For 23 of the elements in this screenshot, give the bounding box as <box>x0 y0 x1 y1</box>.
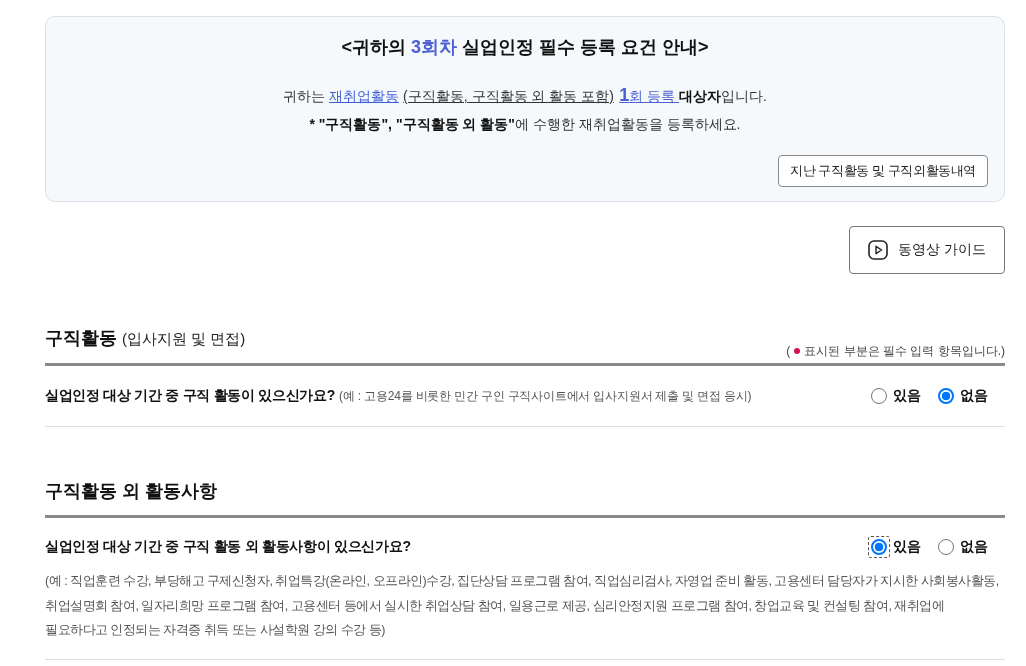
radio-button[interactable] <box>938 539 954 555</box>
question-label: 실업인정 대상 기간 중 구직 활동 외 활동사항이 있으신가요? <box>45 538 411 556</box>
video-guide-button[interactable]: 동영상 가이드 <box>849 226 1005 274</box>
radio-label[interactable]: 없음 <box>960 538 988 556</box>
term-link[interactable]: 재취업활동 <box>328 88 399 104</box>
question-label: 실업인정 대상 기간 중 구직 활동이 있으신가요? <box>45 387 336 405</box>
question-description: (예 : 직업훈련 수강, 부당해고 구제신청자, 취업특강(온라인, 오프라인)수강, 집단상담 프로그램 참여, 직업심리검사, 자영업 준비 활동, 고용센터 담당자가 지시한 사회봉사활동, 취업설명회 참여, 일자리희망 프로그램 참여, 고용센터 등에서 실시한 취업상담 참여, 일용근로 제공, 심리안정지원 프로그램 참여, 창업교육 및 컨설팅 참여, 재취업에 필요하다고 인정되는 자격증 취득 또는 사설학원 강의 수강 등) <box>45 573 1000 639</box>
radio-label[interactable]: 있음 <box>893 538 921 556</box>
radio-label[interactable]: 있음 <box>893 387 921 405</box>
play-icon <box>868 240 889 260</box>
history-button[interactable]: 지난 구직활동 및 구직외활동내역 <box>777 155 988 187</box>
notice-message: 귀하는 재취업활동 (구직활동, 구직활동 외 활동 포함) 1회 등록 대상자입니다. <box>283 84 767 107</box>
notice-title: <귀하의 3회차 실업인정 필수 등록 요건 안내> <box>341 36 709 59</box>
required-note: 표시된 부분은 필수 입력 항목입니다.) <box>804 343 1005 360</box>
note-bracket: ( <box>786 343 791 360</box>
section-heading: 구직활동 외 활동사항 <box>45 480 217 503</box>
notice-instruction: * "구직활동", "구직활동 외 활동"에 수행한 재취업활동을 등록하세요. <box>309 115 741 134</box>
required-dot-icon <box>794 348 801 354</box>
radio-label[interactable]: 없음 <box>960 387 988 405</box>
radio-button[interactable] <box>938 388 954 404</box>
radio-button[interactable] <box>871 388 887 404</box>
section-heading: 구직활동 (입사지원 및 면접) <box>45 327 246 350</box>
question-hint: (예 : 고용24를 비롯한 민간 구인 구직사이트에서 입사지원서 제출 및 면접 응시) <box>339 388 752 405</box>
